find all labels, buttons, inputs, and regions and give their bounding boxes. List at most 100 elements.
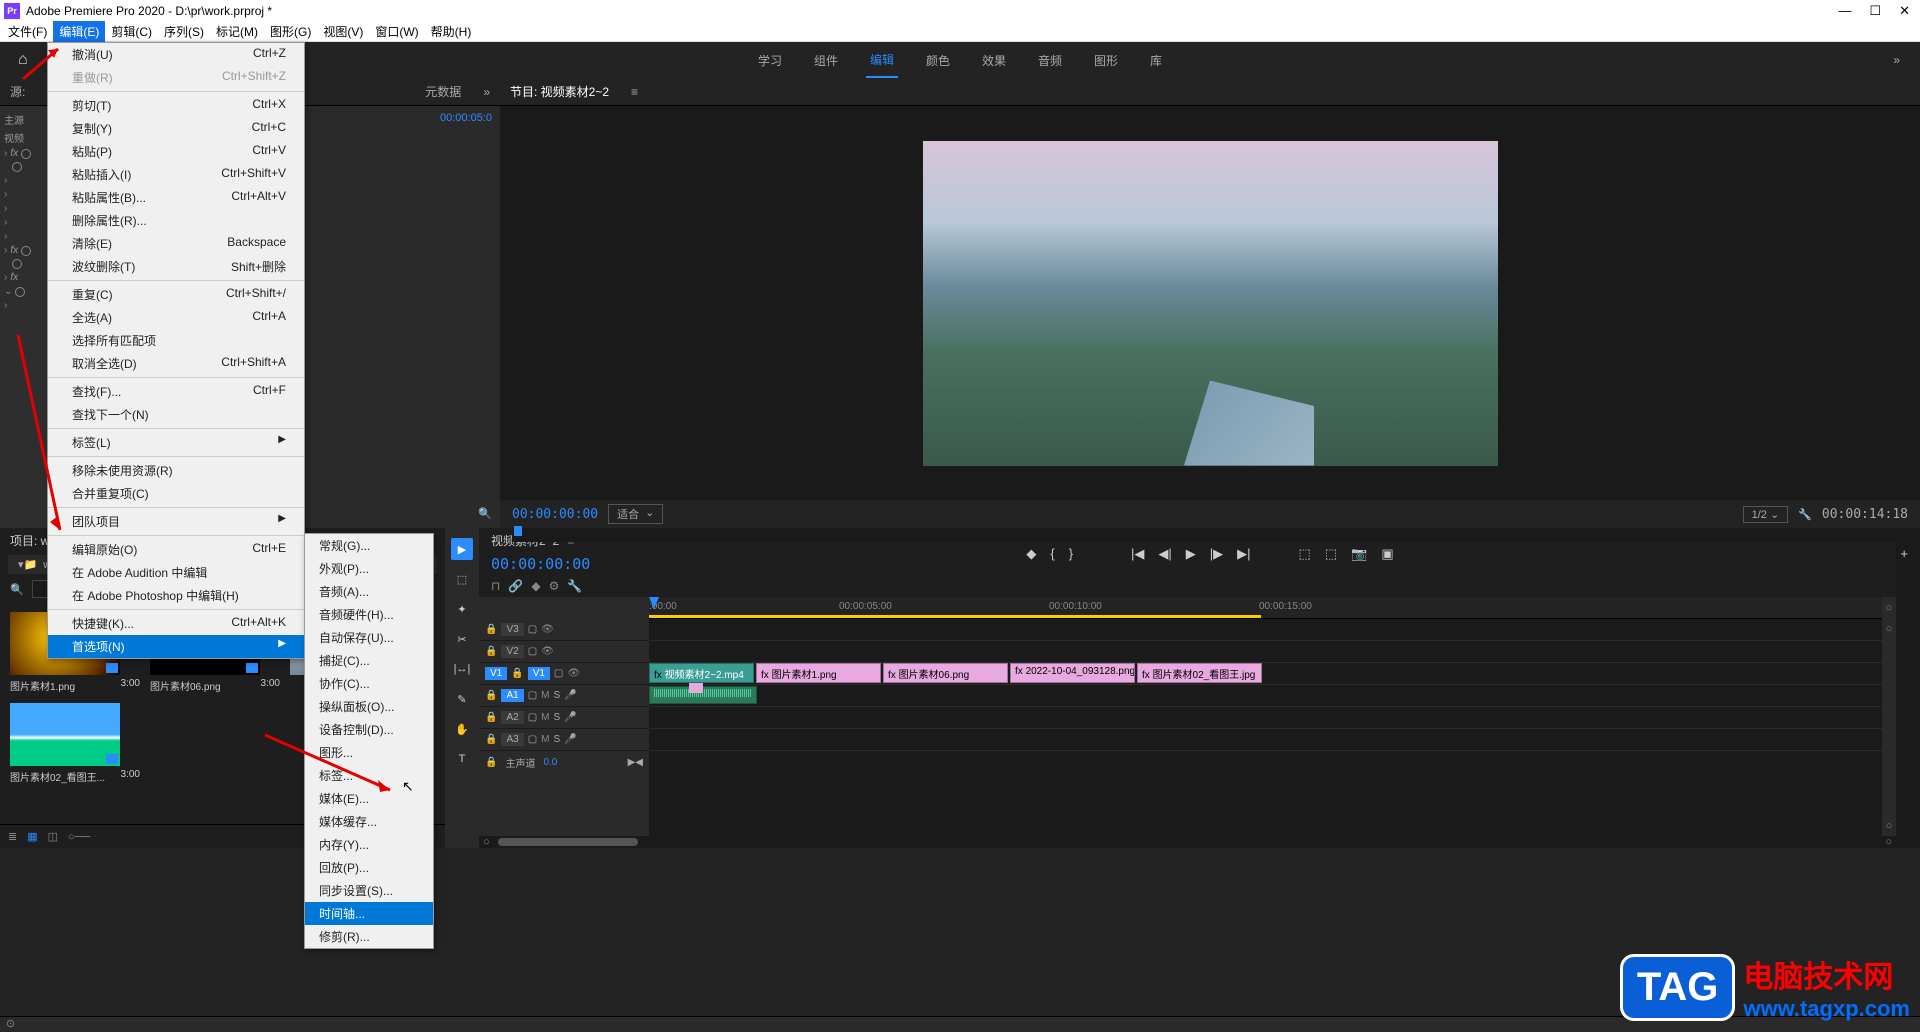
edit-menu-item[interactable]: 团队项目▶ (48, 510, 304, 533)
edit-menu-item[interactable]: 编辑原始(O)Ctrl+E (48, 538, 304, 561)
prefs-menu-item[interactable]: 音频硬件(H)... (305, 603, 433, 626)
ws-learning[interactable]: 学习 (754, 44, 786, 77)
home-icon[interactable]: ⌂ (18, 51, 28, 69)
timeline-clip[interactable]: fx 视频素材2~2.mp4 (649, 663, 754, 683)
scroll-handle[interactable]: ○ (1882, 597, 1896, 619)
comparison-icon[interactable]: ▣ (1381, 546, 1393, 562)
minimize-button[interactable]: — (1838, 3, 1851, 19)
edit-menu-item[interactable]: 粘贴插入(I)Ctrl+Shift+V (48, 163, 304, 186)
freeform-view-icon[interactable]: ◫ (48, 830, 58, 843)
prefs-menu-item[interactable]: 标签... (305, 764, 433, 787)
zoom-slider[interactable]: ○── (68, 831, 90, 843)
ws-editing[interactable]: 编辑 (866, 43, 898, 78)
edit-menu-item[interactable]: 合并重复项(C) (48, 482, 304, 505)
prefs-menu-item[interactable]: 设备控制(D)... (305, 718, 433, 741)
zoom-icon[interactable]: 🔍 (478, 507, 492, 520)
master-track[interactable]: 🔒主声道0.0▶◀ (479, 751, 649, 773)
track-v3[interactable]: 🔒V3▢👁 (479, 619, 649, 641)
step-forward-icon[interactable]: |▶ (1210, 546, 1223, 562)
edit-menu-item[interactable]: 重做(R)Ctrl+Shift+Z (48, 66, 304, 89)
button-editor-icon[interactable]: + (1900, 546, 1908, 561)
ws-graphics[interactable]: 图形 (1090, 44, 1122, 77)
type-tool[interactable]: T (451, 748, 473, 770)
scroll-handle[interactable]: ○ (1886, 623, 1893, 635)
prefs-menu-item[interactable]: 自动保存(U)... (305, 626, 433, 649)
edit-menu-item[interactable]: 粘贴属性(B)...Ctrl+Alt+V (48, 186, 304, 209)
link-icon[interactable]: 🔗 (508, 579, 523, 593)
menu-window[interactable]: 窗口(W) (369, 21, 424, 42)
prefs-menu-item[interactable]: 同步设置(S)... (305, 879, 433, 902)
edit-menu-item[interactable]: 撤消(U)Ctrl+Z (48, 43, 304, 66)
prefs-menu-item[interactable]: 媒体缓存... (305, 810, 433, 833)
edit-menu-item[interactable]: 快捷键(K)...Ctrl+Alt+K (48, 612, 304, 635)
edit-menu-item[interactable]: 移除未使用资源(R) (48, 459, 304, 482)
step-back-icon[interactable]: ◀| (1158, 546, 1171, 562)
out-point-icon[interactable]: } (1069, 546, 1073, 562)
timeline-clip[interactable]: fx 图片素材02_看图王.jpg (1137, 663, 1262, 683)
edit-menu-item[interactable]: 在 Adobe Photoshop 中编辑(H) (48, 584, 304, 607)
edit-menu-item[interactable]: 清除(E)Backspace (48, 232, 304, 255)
scroll-handle[interactable]: ○ (1886, 820, 1893, 832)
search-icon[interactable]: 🔍 (10, 583, 24, 596)
ws-audio[interactable]: 音频 (1034, 44, 1066, 77)
edit-menu-item[interactable]: 剪切(T)Ctrl+X (48, 94, 304, 117)
timeline-clips-area[interactable]: fx 视频素材2~2.mp4 fx 图片素材1.png fx 图片素材06.pn… (649, 619, 1882, 836)
fit-dropdown[interactable]: 适合⌄ (608, 504, 663, 524)
prefs-menu-item[interactable]: 捕捉(C)... (305, 649, 433, 672)
marker-icon[interactable]: ◆ (1026, 546, 1036, 562)
edit-menu-item[interactable]: 标签(L)▶ (48, 431, 304, 454)
export-frame-icon[interactable]: 📷 (1351, 546, 1367, 562)
extract-icon[interactable]: ⬚ (1325, 546, 1337, 562)
prefs-menu-item[interactable]: 音频(A)... (305, 580, 433, 603)
tab-source[interactable]: 源: (10, 83, 25, 100)
timeline-clip[interactable]: fx 图片素材1.png (756, 663, 881, 683)
workspace-overflow-icon[interactable]: » (1893, 53, 1900, 67)
edit-menu-item[interactable]: 取消全选(D)Ctrl+Shift+A (48, 352, 304, 375)
prefs-menu-item[interactable]: 操纵面板(O)... (305, 695, 433, 718)
panel-menu-icon[interactable]: ≡ (631, 85, 638, 99)
edit-menu-item[interactable]: 粘贴(P)Ctrl+V (48, 140, 304, 163)
play-icon[interactable]: ▶ (1186, 546, 1196, 562)
prefs-menu-item[interactable]: 常规(G)... (305, 534, 433, 557)
program-monitor[interactable] (500, 106, 1920, 500)
wrench-icon[interactable]: 🔧 (567, 579, 582, 593)
edit-menu-item[interactable]: 在 Adobe Audition 中编辑 (48, 561, 304, 584)
edit-menu-item[interactable]: 全选(A)Ctrl+A (48, 306, 304, 329)
scale-dropdown[interactable]: 1/2 ⌄ (1743, 506, 1789, 523)
razor-tool[interactable]: ✂ (451, 628, 473, 650)
track-v1[interactable]: V1🔒V1▢👁 (479, 663, 649, 685)
prefs-menu-item[interactable]: 修剪(R)... (305, 925, 433, 948)
edit-menu-item[interactable]: 选择所有匹配项 (48, 329, 304, 352)
wrench-icon[interactable]: 🔧 (1798, 508, 1812, 521)
timeline-ruler[interactable]: :00:00 00:00:05:00 00:00:10:00 00:00:15:… (649, 597, 1882, 619)
track-v2[interactable]: 🔒V2▢👁 (479, 641, 649, 663)
panel-menu-icon[interactable]: » (483, 85, 490, 99)
ws-assembly[interactable]: 组件 (810, 44, 842, 77)
ws-libraries[interactable]: 库 (1146, 44, 1166, 77)
track-select-tool[interactable]: ⬚ (451, 568, 473, 590)
menu-file[interactable]: 文件(F) (2, 21, 53, 42)
prefs-menu-item[interactable]: 时间轴... (305, 902, 433, 925)
edit-menu-item[interactable]: 首选项(N)▶ (48, 635, 304, 658)
timeline-h-scroll[interactable]: ○ ○ (479, 836, 1896, 848)
menu-clip[interactable]: 剪辑(C) (105, 21, 158, 42)
menu-help[interactable]: 帮助(H) (425, 21, 478, 42)
timeline-clip[interactable]: fx 2022-10-04_093128.png (1010, 663, 1135, 683)
pen-tool[interactable]: ✎ (451, 688, 473, 710)
track-a3[interactable]: 🔒A3▢MS🎤 (479, 729, 649, 751)
edit-menu-item[interactable]: 查找下一个(N) (48, 403, 304, 426)
edit-menu-item[interactable]: 查找(F)...Ctrl+F (48, 380, 304, 403)
snap-icon[interactable]: ⊓ (491, 579, 500, 593)
prefs-menu-item[interactable]: 回放(P)... (305, 856, 433, 879)
prefs-menu-item[interactable]: 协作(C)... (305, 672, 433, 695)
in-point-icon[interactable]: { (1050, 546, 1054, 562)
program-title[interactable]: 节目: 视频素材2~2 (510, 83, 609, 100)
list-view-icon[interactable]: ≣ (8, 830, 17, 843)
edit-menu-item[interactable]: 复制(Y)Ctrl+C (48, 117, 304, 140)
track-a2[interactable]: 🔒A2▢MS🎤 (479, 707, 649, 729)
selection-tool[interactable]: ▶ (451, 538, 473, 560)
go-to-in-icon[interactable]: |◀ (1131, 546, 1144, 562)
icon-view-icon[interactable]: ▦ (27, 830, 37, 843)
tab-metadata[interactable]: 元数据 (425, 83, 461, 100)
program-timecode[interactable]: 00:00:00:00 (512, 507, 598, 522)
